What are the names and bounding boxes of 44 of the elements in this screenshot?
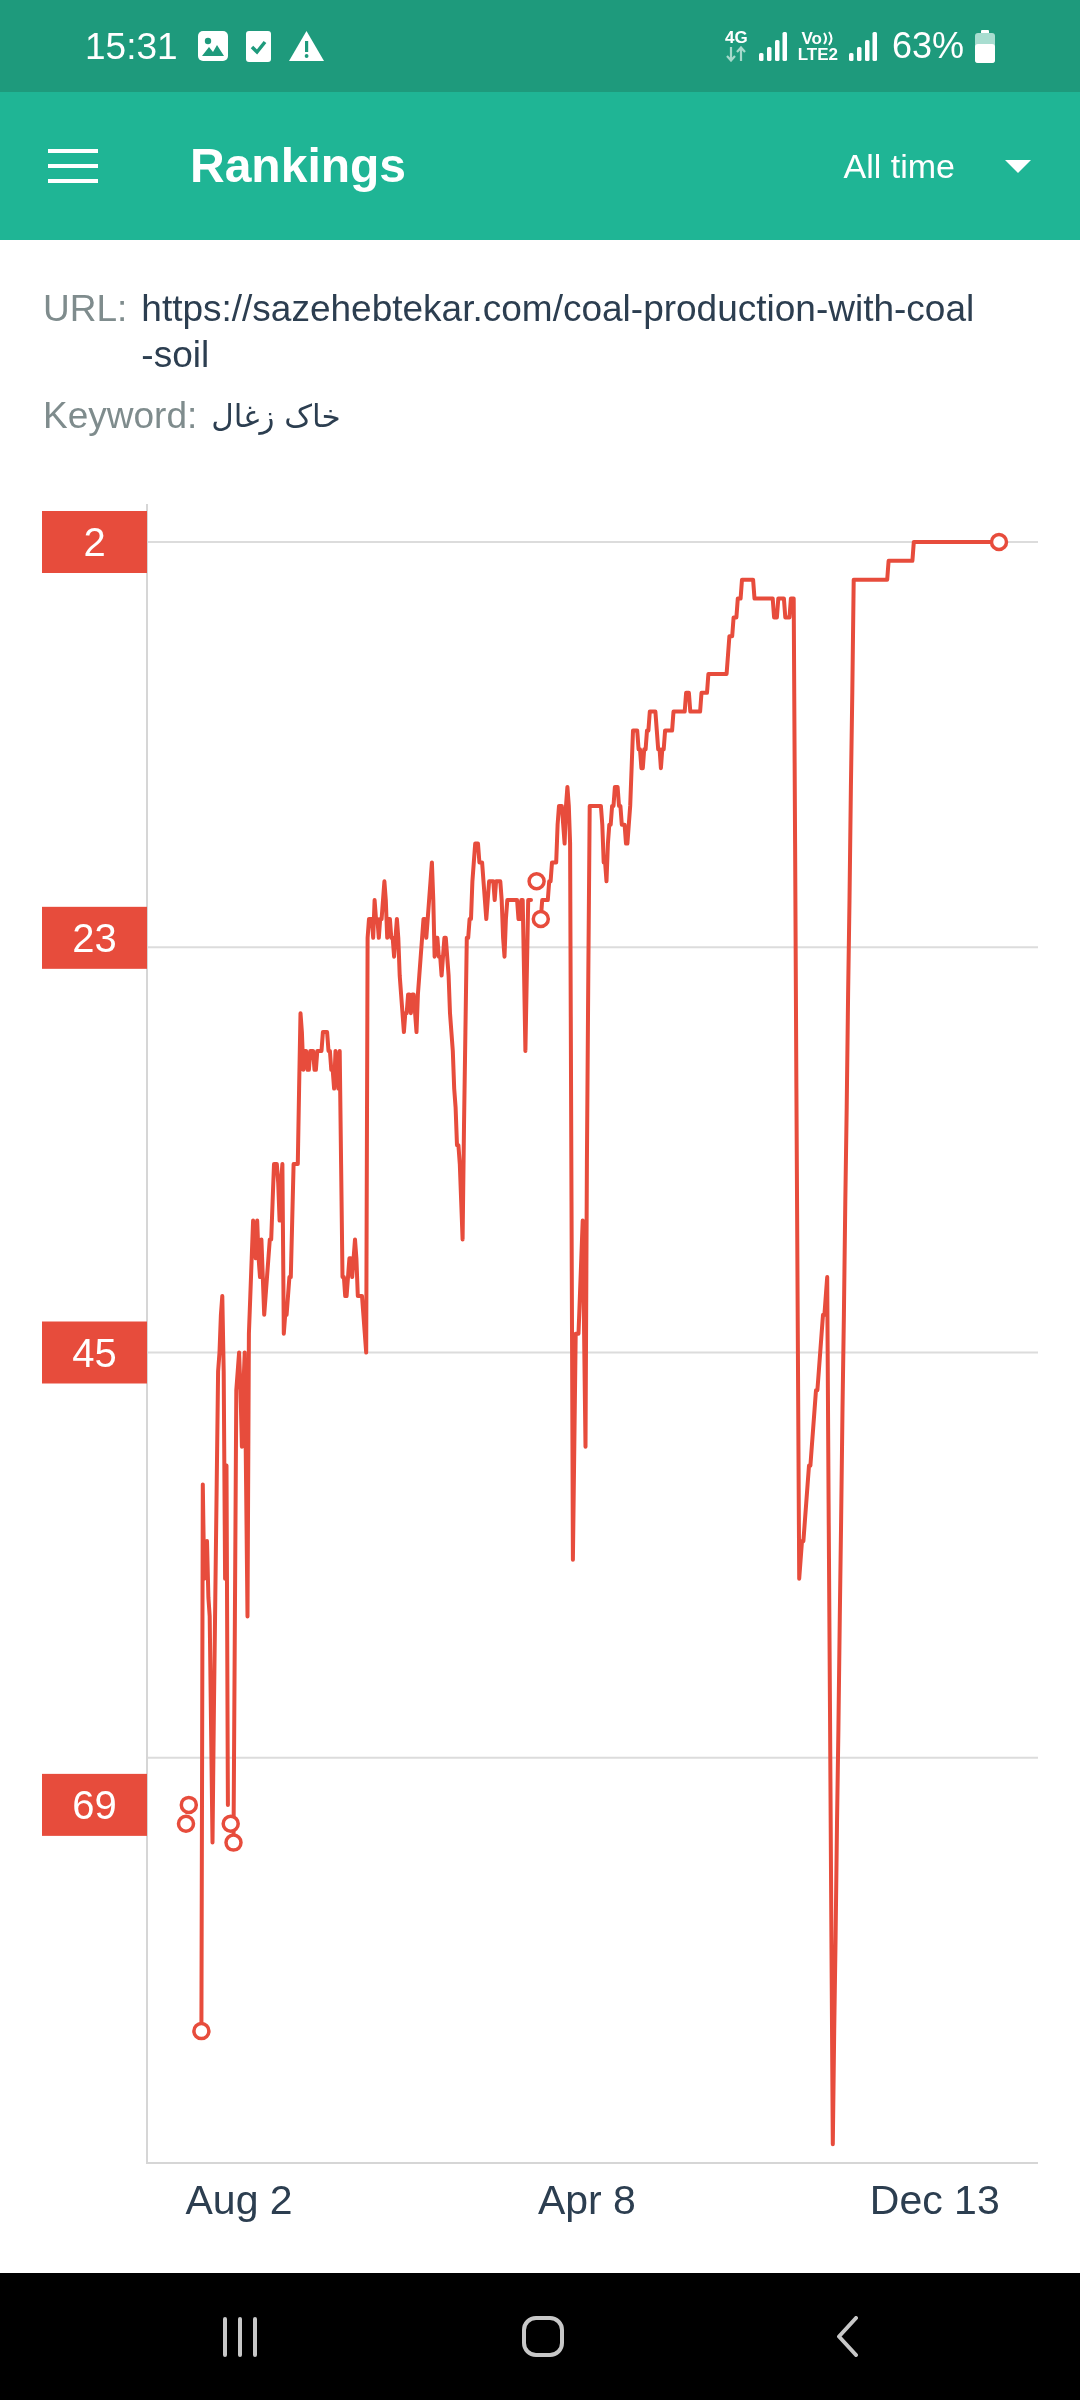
- period-dropdown[interactable]: All time: [843, 149, 1031, 183]
- menu-button[interactable]: [48, 149, 98, 183]
- signal-icon: [848, 31, 877, 61]
- x-tick-label: Dec 13: [869, 2177, 1000, 2223]
- lte-label: LTE2: [797, 46, 838, 62]
- x-tick-label: Apr 8: [537, 2177, 636, 2223]
- y-tick-badge: 45: [42, 1321, 147, 1384]
- y-tick-badge: 2: [42, 511, 147, 573]
- point-marker: [176, 1814, 196, 1833]
- point-marker: [531, 909, 551, 929]
- point-marker: [527, 872, 546, 891]
- x-tick-label: Aug 2: [185, 2177, 293, 2223]
- wave-icon: [822, 30, 834, 46]
- battery-icon: [975, 29, 995, 63]
- y-tick-label: 69: [72, 1782, 117, 1827]
- network-type-label: 4G: [724, 30, 748, 45]
- point-marker: [221, 1814, 240, 1833]
- page-title: Rankings: [190, 142, 407, 190]
- keyword-value: خاک زغال: [211, 397, 341, 437]
- image-icon: [197, 31, 228, 61]
- url-value: https://sazehebtekar.com/coal-production-with-coal -soil: [141, 287, 975, 377]
- y-tick-badge: 69: [42, 1773, 147, 1836]
- y-tick-badge: 23: [42, 906, 147, 969]
- url-label: URL:: [43, 287, 128, 331]
- status-time: 15:31: [85, 27, 178, 65]
- point-marker: [179, 1795, 199, 1815]
- point-marker: [224, 1833, 243, 1852]
- home-icon[interactable]: [522, 2316, 564, 2357]
- caret-icon: [1005, 159, 1031, 173]
- menu-icon: [48, 149, 98, 183]
- point-marker: [192, 2021, 211, 2041]
- keyword-label: Keyword:: [43, 394, 198, 438]
- signal-icon: [758, 31, 787, 61]
- checkbox-icon: [245, 30, 271, 62]
- y-tick-label: 2: [83, 520, 106, 564]
- volte-label: Vo: [801, 30, 822, 46]
- back-icon[interactable]: [836, 2316, 858, 2357]
- warning-icon: [288, 31, 324, 61]
- y-tick-label: 45: [72, 1330, 117, 1375]
- recent-apps-icon[interactable]: [222, 2316, 258, 2357]
- data-arrows-icon: [725, 46, 748, 62]
- battery-percent: 63%: [891, 28, 964, 64]
- point-marker: [989, 532, 1009, 552]
- y-tick-label: 23: [72, 915, 117, 960]
